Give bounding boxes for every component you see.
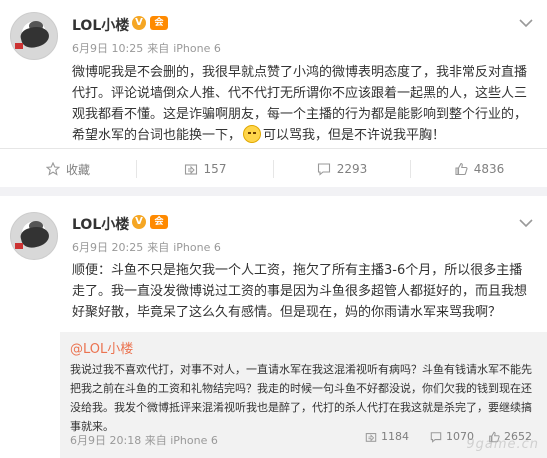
verified-badge-icon: V <box>132 16 146 30</box>
repost-icon <box>184 164 197 175</box>
repost-button[interactable]: 157 <box>137 149 273 189</box>
comment-button[interactable]: 2293 <box>274 149 410 189</box>
favorite-label: 收藏 <box>65 162 90 177</box>
post-divider <box>0 187 547 196</box>
post-text: 微博呢我是不会删的，我很早就点赞了小鸿的微博表明态度了，我非常反对直播代打。评论… <box>72 62 535 146</box>
post-text-part-b: 可以骂我，但是不许说我平胸！ <box>263 128 446 143</box>
post-time[interactable]: 6月9日 10:25 <box>72 42 143 55</box>
comment-icon <box>430 431 442 443</box>
like-button[interactable]: 4836 <box>411 149 547 189</box>
chevron-down-icon[interactable] <box>519 218 533 228</box>
weibo-post-1: LOL小楼 V 会 6月9日 10:25 来自 iPhone 6 微博呢我是不会删的… <box>0 0 547 187</box>
comment-icon <box>317 163 330 176</box>
repost-time[interactable]: 6月9日 20:18 <box>70 434 141 447</box>
chevron-down-icon[interactable] <box>519 18 533 28</box>
repost-meta: 6月9日 20:18 来自 iPhone 6 <box>70 432 218 448</box>
like-count: 4836 <box>473 162 505 176</box>
post-meta: 6月9日 10:25 来自 iPhone 6 <box>72 40 225 56</box>
avatar[interactable] <box>10 12 58 60</box>
repost-text: @LOL小楼 我说过我不喜欢代打，对事不对人，一直请水军在我这混淆视听有病吗？斗… <box>70 340 537 436</box>
repost-icon <box>365 432 377 442</box>
comment-count: 2293 <box>336 162 368 176</box>
repost-author-mention[interactable]: @LOL小楼 <box>70 340 537 360</box>
site-watermark: 9game.cn <box>466 437 539 452</box>
avatar[interactable] <box>10 212 58 260</box>
repost-repost-button[interactable]: 1184 <box>365 430 409 443</box>
device-source[interactable]: iPhone 6 <box>170 434 218 447</box>
reposted-weibo[interactable]: @LOL小楼 我说过我不喜欢代打，对事不对人，一直请水军在我这混淆视听有病吗？斗… <box>60 332 547 458</box>
verified-badge-icon: V <box>132 215 146 229</box>
favorite-button[interactable]: 收藏 <box>0 149 136 189</box>
repost-body: 我说过我不喜欢代打，对事不对人，一直请水军在我这混淆视听有病吗？斗鱼有钱请水军不… <box>70 363 532 433</box>
post-time[interactable]: 6月9日 20:25 <box>72 241 143 254</box>
author-name[interactable]: LOL小楼 <box>72 15 129 35</box>
source-prefix: 来自 <box>147 42 170 55</box>
star-icon <box>45 162 60 176</box>
post-text: 顺便：斗鱼不只是拖欠我一个人工资，拖欠了所有主播3-6个月，所以很多主播走了。我… <box>72 263 528 320</box>
post-meta: 6月9日 20:25 来自 iPhone 6 <box>72 239 225 255</box>
smirk-emoji-icon <box>243 125 262 143</box>
member-badge-icon: 会 <box>150 16 168 30</box>
thumbs-up-icon <box>455 162 468 176</box>
device-source[interactable]: iPhone 6 <box>173 42 221 55</box>
source-prefix: 来自 <box>147 241 170 254</box>
source-prefix: 来自 <box>144 434 167 447</box>
repost-count: 157 <box>203 162 227 176</box>
member-badge-icon: 会 <box>150 215 168 229</box>
author-name[interactable]: LOL小楼 <box>72 214 129 234</box>
device-source[interactable]: iPhone 6 <box>173 241 221 254</box>
weibo-post-2: LOL小楼 V 会 6月9日 20:25 来自 iPhone 6 顺便：斗鱼不只是拖… <box>0 196 547 458</box>
repost-repost-count: 1184 <box>381 430 409 443</box>
action-bar: 收藏 157 2293 4836 <box>0 148 547 188</box>
